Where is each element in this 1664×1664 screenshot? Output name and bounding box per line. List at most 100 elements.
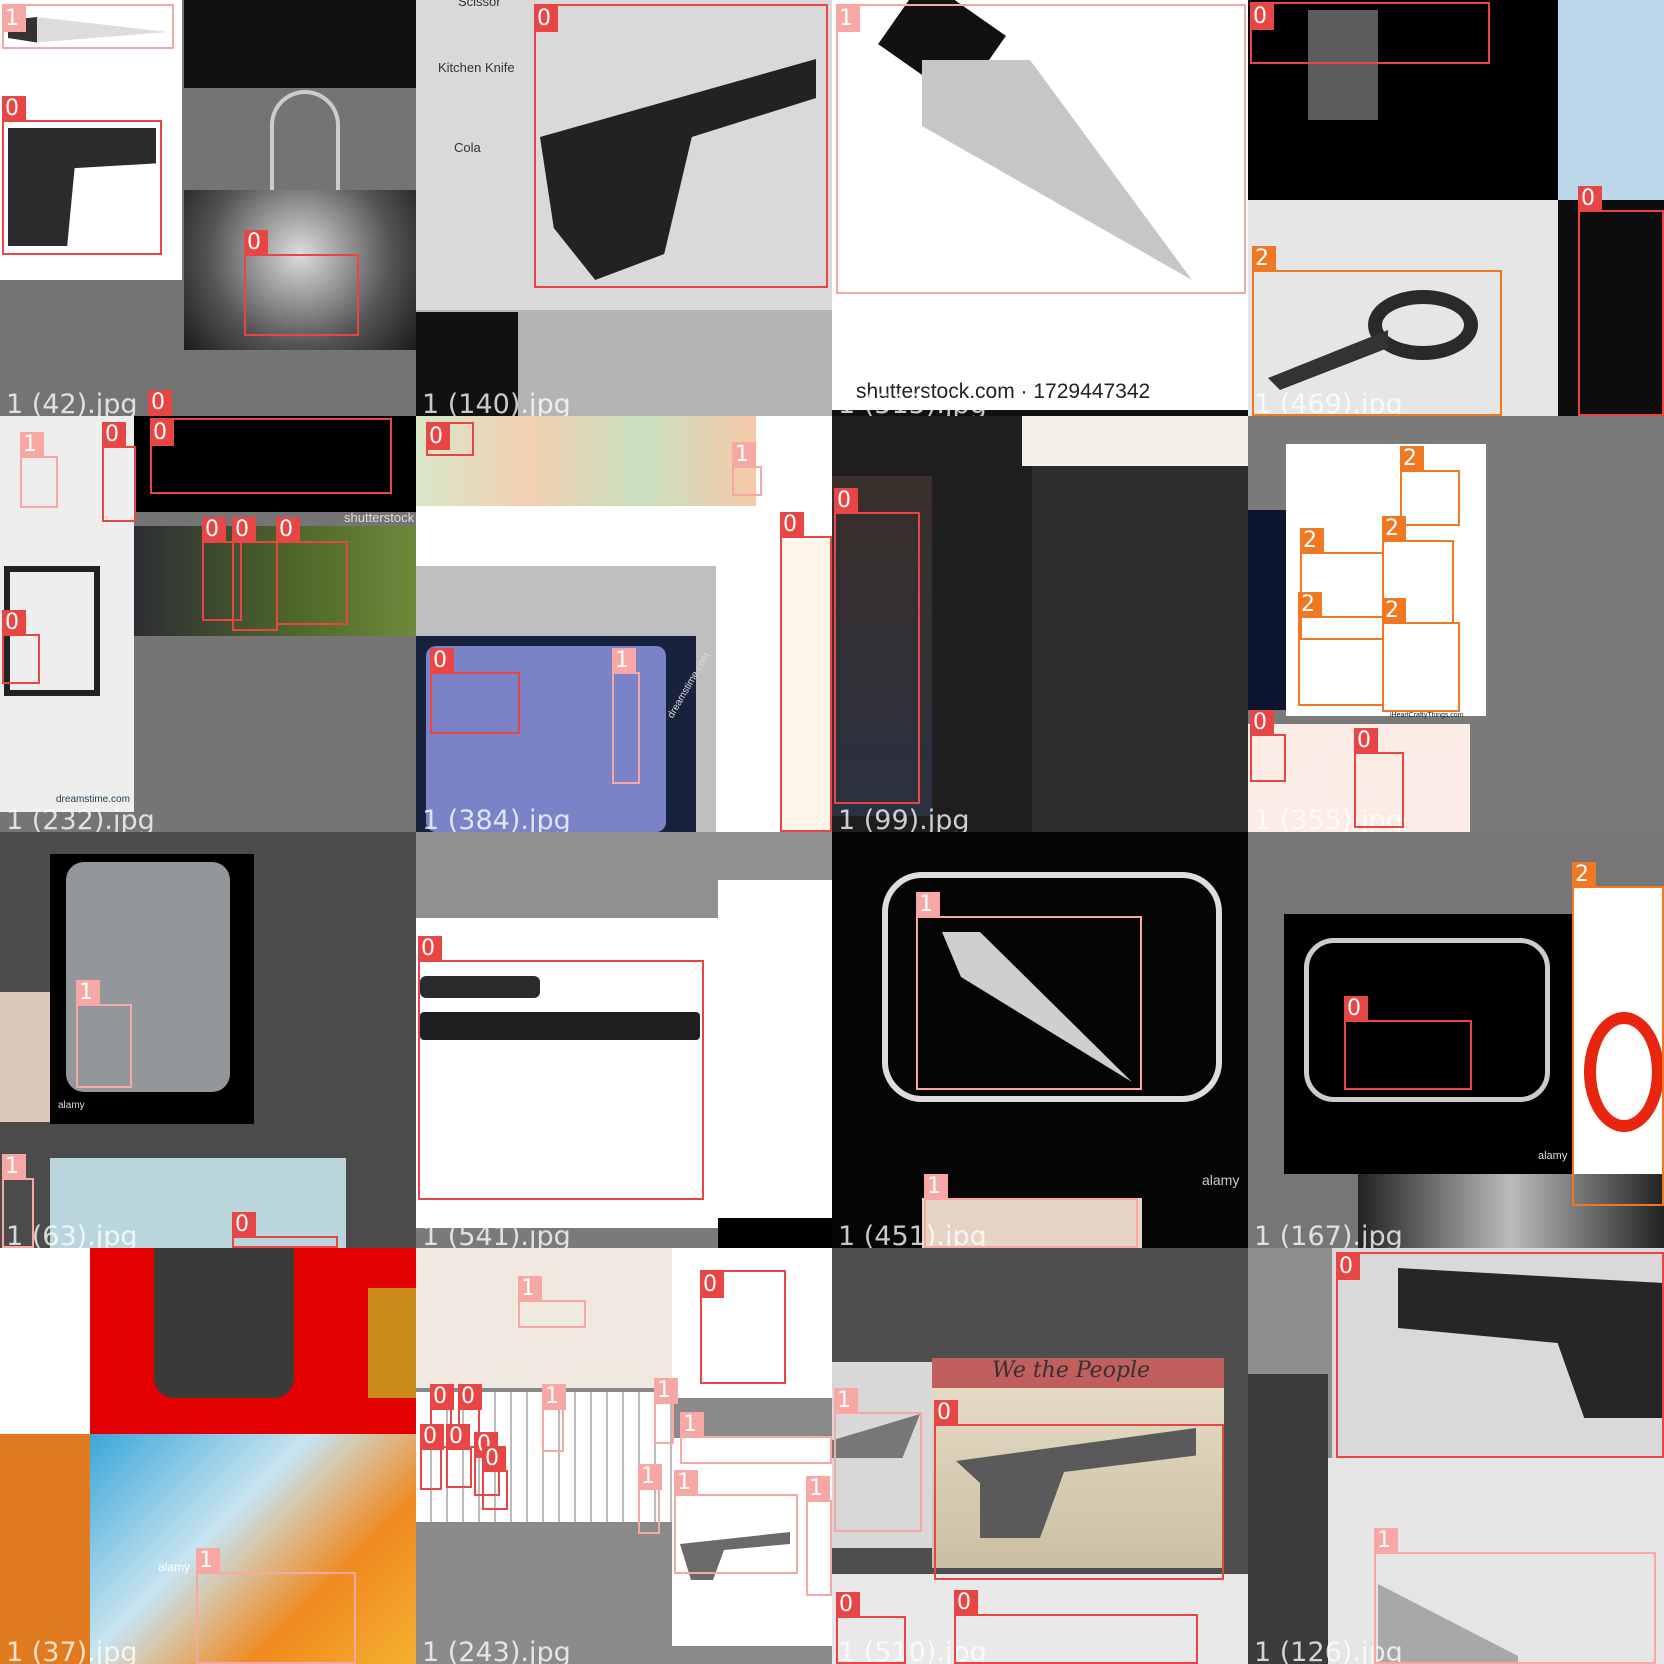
class-label-tag: 1 <box>916 892 940 918</box>
class-label-tag: 1 <box>518 1276 542 1302</box>
detection-box-class-1: 1 <box>76 980 132 1088</box>
class-label-tag: 2 <box>1298 592 1322 618</box>
class-label-tag: 1 <box>196 1548 220 1574</box>
class-label-tag: 0 <box>430 1384 454 1410</box>
class-label-tag: 0 <box>148 390 172 416</box>
detection-box-class-0: 0 <box>418 936 704 1200</box>
detection-box-class-0: 0 <box>426 422 474 456</box>
class-label-tag: 0 <box>934 1400 958 1426</box>
detection-box-class-1: 1 <box>732 442 762 496</box>
stock-watermark-2: dreamstime.com <box>56 794 130 805</box>
detection-box-class-0: 0 <box>780 512 832 832</box>
tile-1-167: alamy 1 (167).jpg 02 <box>1248 832 1664 1248</box>
detection-box-class-2: 2 <box>1252 246 1502 416</box>
top-light-strip <box>1022 416 1248 466</box>
dark-right-half <box>1032 466 1248 832</box>
tile-1-37: alamy 1 (37).jpg 1 <box>0 1248 416 1664</box>
tile-1-384: dreamstime.com 1 (384).jpg 01001 <box>416 416 832 832</box>
detection-box-class-0: 0 <box>420 1424 444 1490</box>
detection-box-class-1: 1 <box>196 1548 356 1664</box>
class-label-tag: 1 <box>654 1378 678 1404</box>
class-label-tag: 0 <box>1250 4 1274 30</box>
detection-box-class-0: 0 <box>1250 2 1490 64</box>
class-label-tag: 1 <box>20 432 44 458</box>
class-label-tag: 1 <box>732 442 756 468</box>
detection-box-class-1: 1 <box>916 892 1142 1090</box>
class-label-tag: 0 <box>420 1424 444 1450</box>
worksheet-watermark: iHeartCraftyThings.com <box>1390 712 1464 719</box>
detection-box-class-0: 0 <box>430 648 520 734</box>
bag-handle <box>270 90 340 190</box>
class-label-tag: 1 <box>836 6 860 32</box>
bookshelf-photo <box>1248 1374 1328 1664</box>
class-label-tag: 0 <box>482 1446 506 1472</box>
detection-box-class-1: 1 <box>674 1470 798 1574</box>
detection-box-class-0: 0 <box>2 610 40 684</box>
tile-1-469: 1 (469).jpg 020 <box>1248 0 1664 416</box>
detection-box-class-1: 1 <box>638 1464 662 1534</box>
detection-box-class-1: 1 <box>836 4 1246 294</box>
poster-label-scissor: Scissor <box>458 0 501 9</box>
detection-box-class-0: 0 <box>482 1446 508 1510</box>
class-label-tag: 0 <box>426 424 450 450</box>
dark-corner <box>416 312 518 416</box>
detection-box-class-0: 0 <box>834 488 920 804</box>
detection-box-class-0: 0 <box>276 517 348 625</box>
stock-watermark: shutterstock <box>344 510 415 525</box>
detection-box-class-0: 0 <box>2 96 162 255</box>
detection-box-class-0: 0 <box>1250 710 1286 782</box>
detection-box-class-1: 1 <box>806 1476 832 1596</box>
class-label-tag: 0 <box>276 517 300 543</box>
detection-box-class-1: 1 <box>680 1412 832 1464</box>
detection-box-class-0: 0 <box>232 1212 338 1248</box>
tile-1-515: shutterstock.com · 1729447342 1 (515).jp… <box>832 0 1248 416</box>
class-label-tag: 0 <box>232 1212 256 1238</box>
class-label-tag: 1 <box>834 1388 858 1414</box>
class-label-tag: 2 <box>1252 246 1276 272</box>
mosaic-grid: 1 (42).jpg 1000 Scissor Kitchen Knife Co… <box>0 0 1664 1664</box>
poster-label-knife: Kitchen Knife <box>438 60 515 75</box>
tile-1-126: 1 (126).jpg 01 <box>1248 1248 1664 1664</box>
class-label-tag: 0 <box>2 96 26 122</box>
class-label-tag: 1 <box>638 1464 662 1490</box>
class-label-tag: 2 <box>1300 528 1324 554</box>
detection-box-class-2: 2 <box>1572 862 1664 1206</box>
class-label-tag: 2 <box>1572 862 1596 888</box>
class-label-tag: 1 <box>76 980 100 1006</box>
class-label-tag: 0 <box>700 1272 724 1298</box>
detection-box-class-0: 0 <box>102 422 136 522</box>
stock-watermark: alamy <box>1202 1172 1240 1188</box>
class-label-tag: 2 <box>1382 598 1406 624</box>
class-label-tag: 0 <box>232 517 256 543</box>
detection-box-class-1: 1 <box>2 1154 34 1248</box>
detection-box-class-1: 1 <box>654 1378 678 1444</box>
detection-box-class-0: 0 <box>934 1400 1224 1580</box>
class-label-tag: 2 <box>1382 516 1406 542</box>
detection-box-class-0: 0 <box>1578 186 1664 416</box>
arm-photo <box>0 992 50 1122</box>
dark-blue-strip <box>1248 510 1286 710</box>
class-label-tag: 0 <box>1578 186 1602 212</box>
class-label-tag: 0 <box>458 1384 482 1410</box>
class-label-tag: 1 <box>612 648 636 674</box>
white-upper-right <box>718 880 832 920</box>
class-label-tag: 0 <box>244 230 268 256</box>
class-label-tag: 0 <box>836 1592 860 1618</box>
tile-1-232: shutterstock dreamstime.com 1 (232).jpg … <box>0 416 416 832</box>
class-label-tag: 1 <box>2 6 26 32</box>
detection-box-class-1: 1 <box>518 1276 586 1328</box>
class-label-tag: 1 <box>2 1154 26 1180</box>
constitution-heading: We the People <box>992 1358 1151 1383</box>
detection-box-class-0: 0 <box>534 4 828 288</box>
class-label-tag: 0 <box>1354 728 1378 754</box>
tile-1-451: alamy 1 (451).jpg 11 <box>832 832 1248 1248</box>
tile-filename: 1 (243).jpg <box>422 1637 571 1664</box>
stock-watermark: alamy <box>1538 1150 1568 1162</box>
orange-xray-left <box>0 1434 90 1664</box>
light-bottom-photo <box>50 1158 346 1248</box>
detection-box-class-0: 0 <box>954 1590 1198 1664</box>
dark-strip <box>184 0 416 88</box>
class-label-tag: 0 <box>954 1590 978 1616</box>
class-label-tag: 1 <box>680 1412 704 1438</box>
detection-box-class-1: 1 <box>834 1388 922 1532</box>
